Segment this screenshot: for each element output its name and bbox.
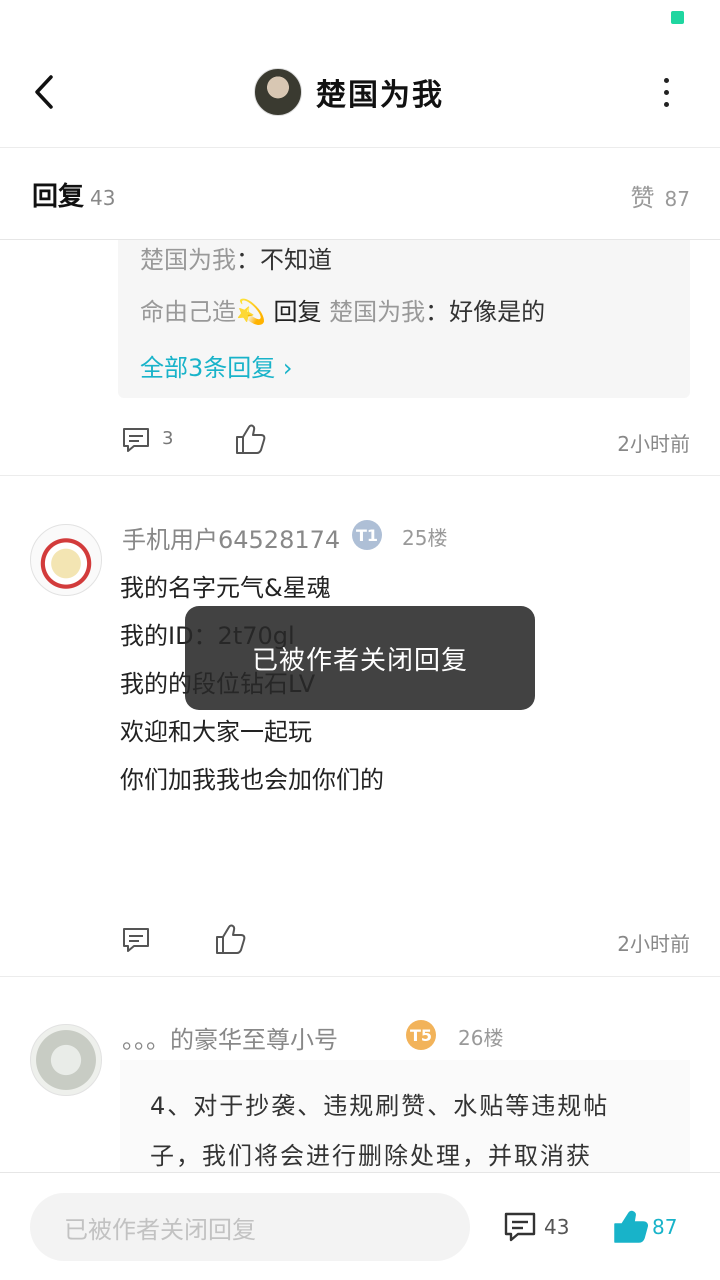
username[interactable]: 。。。的豪华至尊小号 (122, 1020, 338, 1055)
reply-input[interactable]: 已被作者关闭回复 (30, 1193, 470, 1261)
toast-text: 已被作者关闭回复 (251, 645, 468, 676)
thumbs-up-icon[interactable] (234, 422, 266, 456)
sub-reply-text: ：不知道 (236, 246, 332, 274)
quoted-content: 4、对于抄袭、违规刷赞、水贴等违规帖 子，我们将会进行删除处理，并取消获 (120, 1060, 690, 1172)
comment-icon[interactable] (120, 924, 152, 956)
back-button[interactable] (24, 70, 64, 114)
quote-line: 子，我们将会进行删除处理，并取消获 (150, 1142, 592, 1170)
author-avatar[interactable] (254, 68, 302, 116)
top-bar: 楚国为我 (0, 40, 720, 148)
divider (0, 976, 720, 977)
user-avatar[interactable] (30, 524, 102, 596)
title-area[interactable]: 楚国为我 (254, 68, 444, 116)
toast-message: 已被作者关闭回复 (185, 606, 535, 710)
quote-line: 4、对于抄袭、违规刷赞、水贴等违规帖 (150, 1092, 610, 1120)
post-line: 你们加我我也会加你们的 (120, 766, 384, 794)
post-actions: 2小时前 (0, 918, 720, 978)
post-line: 欢迎和大家一起玩 (120, 718, 312, 746)
tab-replies[interactable]: 回复 43 (32, 176, 115, 213)
post-line: 我的名字元气&星魂 (120, 574, 331, 602)
sub-reply-box: 楚国为我：不知道 命由己造💫 回复 楚国为我：好像是的 全部3条回复 › (118, 240, 690, 398)
comment-icon[interactable] (120, 424, 152, 456)
thumbs-up-icon[interactable] (612, 1207, 648, 1245)
all-replies-link[interactable]: 全部3条回复 › (140, 348, 293, 383)
level-badge-icon: T1 (352, 520, 382, 550)
sub-reply-word: 回复 (265, 298, 330, 326)
more-dot-icon (663, 101, 669, 107)
reply-like-tabs: 回复 43 赞 87 (0, 148, 720, 240)
more-dot-icon (663, 77, 669, 83)
back-arrow-icon (35, 75, 53, 109)
divider (0, 475, 720, 476)
floor-number: 25楼 (402, 526, 448, 550)
post-time: 2小时前 (617, 432, 690, 456)
username[interactable]: 手机用户64528174 (122, 520, 340, 555)
sub-reply-target-user[interactable]: 楚国为我 (329, 298, 425, 326)
like-count: 87 (652, 1215, 678, 1239)
reply-input-placeholder: 已被作者关闭回复 (64, 1215, 256, 1244)
sub-reply-user[interactable]: 命由己造💫 (140, 298, 266, 326)
floor-number: 26楼 (458, 1026, 504, 1050)
sub-reply-user[interactable]: 楚国为我 (140, 246, 236, 274)
page-title: 楚国为我 (316, 78, 444, 113)
more-dot-icon (663, 89, 669, 95)
comment-actions: 3 2小时前 (0, 418, 720, 478)
tab-likes-label: 赞 (630, 184, 655, 212)
sub-reply-item[interactable]: 命由己造💫 回复 楚国为我：好像是的 (140, 292, 545, 327)
sub-reply-item[interactable]: 楚国为我：不知道 (140, 240, 332, 275)
bottom-bar: 已被作者关闭回复 43 87 (0, 1172, 720, 1280)
tab-replies-count: 43 (90, 186, 116, 210)
tab-replies-label: 回复 (32, 182, 85, 212)
user-avatar[interactable] (30, 1024, 102, 1096)
comment-icon[interactable] (502, 1209, 538, 1245)
tab-likes[interactable]: 赞 87 (631, 178, 690, 213)
sub-reply-text: ：好像是的 (425, 298, 546, 326)
thumbs-up-icon[interactable] (214, 922, 246, 956)
more-options-button[interactable] (648, 70, 684, 114)
level-badge-icon: T5 (406, 1020, 436, 1050)
tab-likes-count: 87 (664, 187, 690, 211)
comment-count: 3 (162, 428, 174, 449)
status-indicator (671, 11, 684, 24)
post-time: 2小时前 (617, 932, 690, 956)
comment-count: 43 (544, 1215, 570, 1239)
